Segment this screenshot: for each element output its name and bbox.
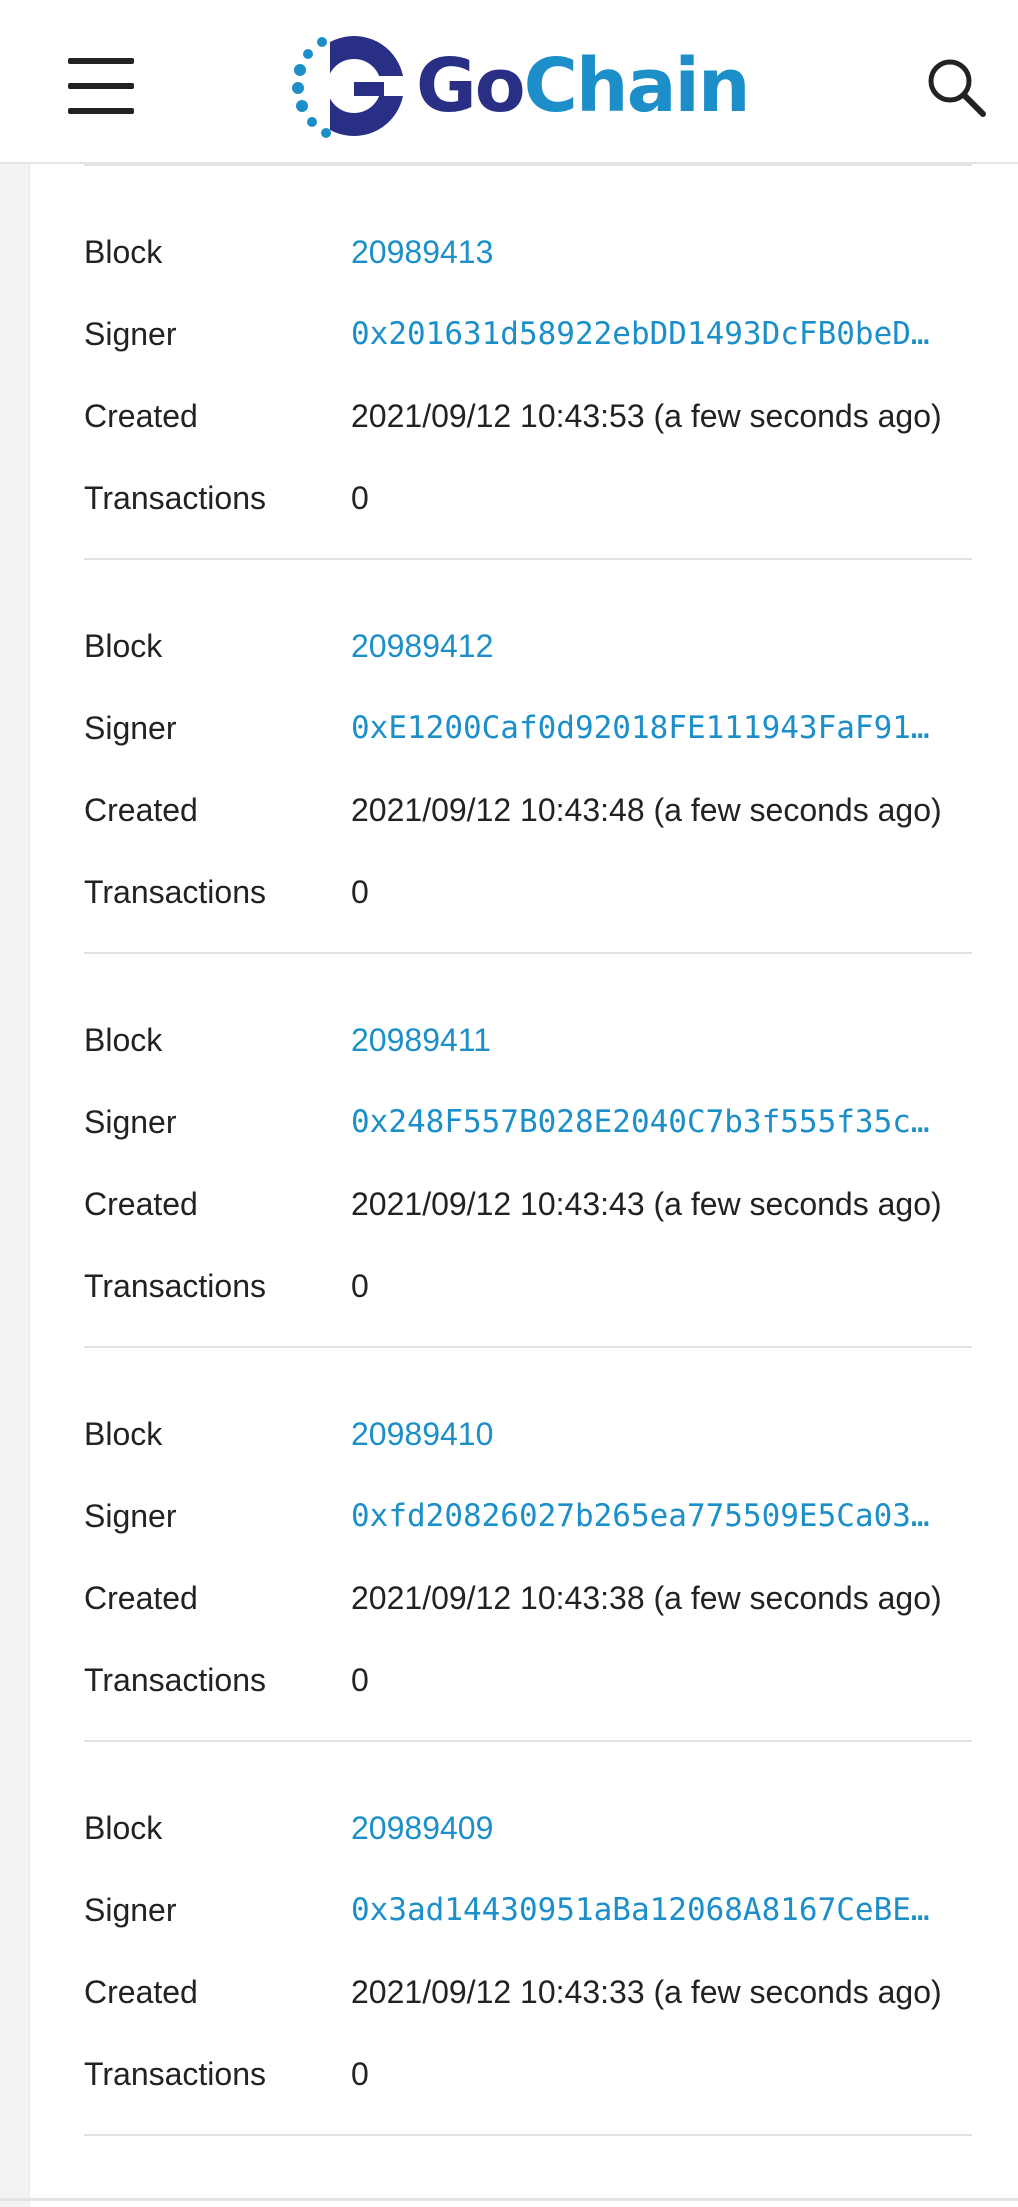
created-label: Created bbox=[84, 1579, 198, 1616]
block-number-link[interactable]: 20989411 bbox=[351, 1022, 972, 1059]
transactions-label: Transactions bbox=[84, 873, 266, 910]
signer-label: Signer bbox=[84, 1497, 177, 1534]
created-label: Created bbox=[84, 1185, 198, 1222]
signer-label: Signer bbox=[84, 709, 177, 746]
block-row: Block 20989412 bbox=[84, 616, 972, 676]
transactions-label: Transactions bbox=[84, 1661, 266, 1698]
created-row: Created 2021/09/12 10:43:33 (a few secon… bbox=[84, 1962, 972, 2022]
signer-label: Signer bbox=[84, 1891, 177, 1928]
block-card: Block 20989410 Signer 0xfd20826027b265ea… bbox=[84, 1348, 972, 1742]
transactions-count: 0 bbox=[351, 479, 369, 516]
created-row: Created 2021/09/12 10:43:53 (a few secon… bbox=[84, 386, 972, 446]
signer-address-link[interactable]: 0xE1200Caf0d92018FE111943FaF91… bbox=[351, 710, 972, 746]
created-label: Created bbox=[84, 791, 198, 828]
transactions-count: 0 bbox=[351, 1267, 369, 1304]
block-row: Block 20989413 bbox=[84, 222, 972, 282]
transactions-row: Transactions 0 bbox=[84, 468, 972, 528]
signer-address-link[interactable]: 0x3ad14430951aBa12068A8167CeBE… bbox=[351, 1892, 972, 1928]
block-row: Block 20989409 bbox=[84, 1798, 972, 1858]
top-header: GoChain bbox=[0, 0, 1018, 164]
block-card: Block 20989411 Signer 0x248F557B028E2040… bbox=[84, 954, 972, 1348]
block-label: Block bbox=[84, 1415, 163, 1452]
blocks-list: Block 20989413 Signer 0x201631d58922ebDD… bbox=[84, 164, 972, 2136]
gochain-wordmark: GoChain bbox=[416, 49, 751, 123]
transactions-count: 0 bbox=[351, 2055, 369, 2092]
block-row: Block 20989410 bbox=[84, 1404, 972, 1464]
created-label: Created bbox=[84, 1973, 198, 2010]
signer-label: Signer bbox=[84, 315, 177, 352]
logo-text-chain: Chain bbox=[523, 43, 751, 129]
transactions-label: Transactions bbox=[84, 2055, 266, 2092]
transactions-label: Transactions bbox=[84, 479, 266, 516]
hamburger-menu-icon[interactable] bbox=[68, 58, 134, 114]
signer-row: Signer 0x248F557B028E2040C7b3f555f35c… bbox=[84, 1092, 972, 1152]
signer-address-link[interactable]: 0x248F557B028E2040C7b3f555f35c… bbox=[351, 1104, 972, 1140]
created-label: Created bbox=[84, 397, 198, 434]
transactions-row: Transactions 0 bbox=[84, 2044, 972, 2104]
transactions-label: Transactions bbox=[84, 1267, 266, 1304]
block-number-link[interactable]: 20989410 bbox=[351, 1416, 972, 1453]
gochain-logo[interactable]: GoChain bbox=[292, 28, 751, 144]
signer-row: Signer 0x201631d58922ebDD1493DcFB0beD… bbox=[84, 304, 972, 364]
transactions-row: Transactions 0 bbox=[84, 1256, 972, 1316]
gochain-logo-icon bbox=[292, 30, 404, 142]
search-icon[interactable] bbox=[925, 56, 987, 118]
created-timestamp: 2021/09/12 10:43:38 (a few seconds ago) bbox=[351, 1579, 942, 1616]
bottom-divider bbox=[0, 2198, 1018, 2201]
created-timestamp: 2021/09/12 10:43:53 (a few seconds ago) bbox=[351, 397, 942, 434]
block-label: Block bbox=[84, 1809, 163, 1846]
created-row: Created 2021/09/12 10:43:48 (a few secon… bbox=[84, 780, 972, 840]
created-timestamp: 2021/09/12 10:43:48 (a few seconds ago) bbox=[351, 791, 942, 828]
logo-text-go: Go bbox=[416, 43, 526, 129]
block-number-link[interactable]: 20989413 bbox=[351, 234, 972, 271]
signer-label: Signer bbox=[84, 1103, 177, 1140]
signer-row: Signer 0xfd20826027b265ea775509E5Ca03… bbox=[84, 1486, 972, 1546]
block-number-link[interactable]: 20989412 bbox=[351, 628, 972, 665]
created-row: Created 2021/09/12 10:43:43 (a few secon… bbox=[84, 1174, 972, 1234]
created-row: Created 2021/09/12 10:43:38 (a few secon… bbox=[84, 1568, 972, 1628]
block-card: Block 20989412 Signer 0xE1200Caf0d92018F… bbox=[84, 560, 972, 954]
transactions-count: 0 bbox=[351, 873, 369, 910]
block-label: Block bbox=[84, 233, 163, 270]
transactions-count: 0 bbox=[351, 1661, 369, 1698]
block-label: Block bbox=[84, 1021, 163, 1058]
left-sidebar-rail bbox=[0, 164, 30, 2207]
created-timestamp: 2021/09/12 10:43:33 (a few seconds ago) bbox=[351, 1973, 942, 2010]
signer-row: Signer 0x3ad14430951aBa12068A8167CeBE… bbox=[84, 1880, 972, 1940]
block-label: Block bbox=[84, 627, 163, 664]
block-number-link[interactable]: 20989409 bbox=[351, 1810, 972, 1847]
signer-address-link[interactable]: 0x201631d58922ebDD1493DcFB0beD… bbox=[351, 316, 972, 352]
transactions-row: Transactions 0 bbox=[84, 862, 972, 922]
block-row: Block 20989411 bbox=[84, 1010, 972, 1070]
block-card: Block 20989409 Signer 0x3ad14430951aBa12… bbox=[84, 1742, 972, 2136]
created-timestamp: 2021/09/12 10:43:43 (a few seconds ago) bbox=[351, 1185, 942, 1222]
transactions-row: Transactions 0 bbox=[84, 1650, 972, 1710]
signer-row: Signer 0xE1200Caf0d92018FE111943FaF91… bbox=[84, 698, 972, 758]
signer-address-link[interactable]: 0xfd20826027b265ea775509E5Ca03… bbox=[351, 1498, 972, 1534]
block-card: Block 20989413 Signer 0x201631d58922ebDD… bbox=[84, 166, 972, 560]
